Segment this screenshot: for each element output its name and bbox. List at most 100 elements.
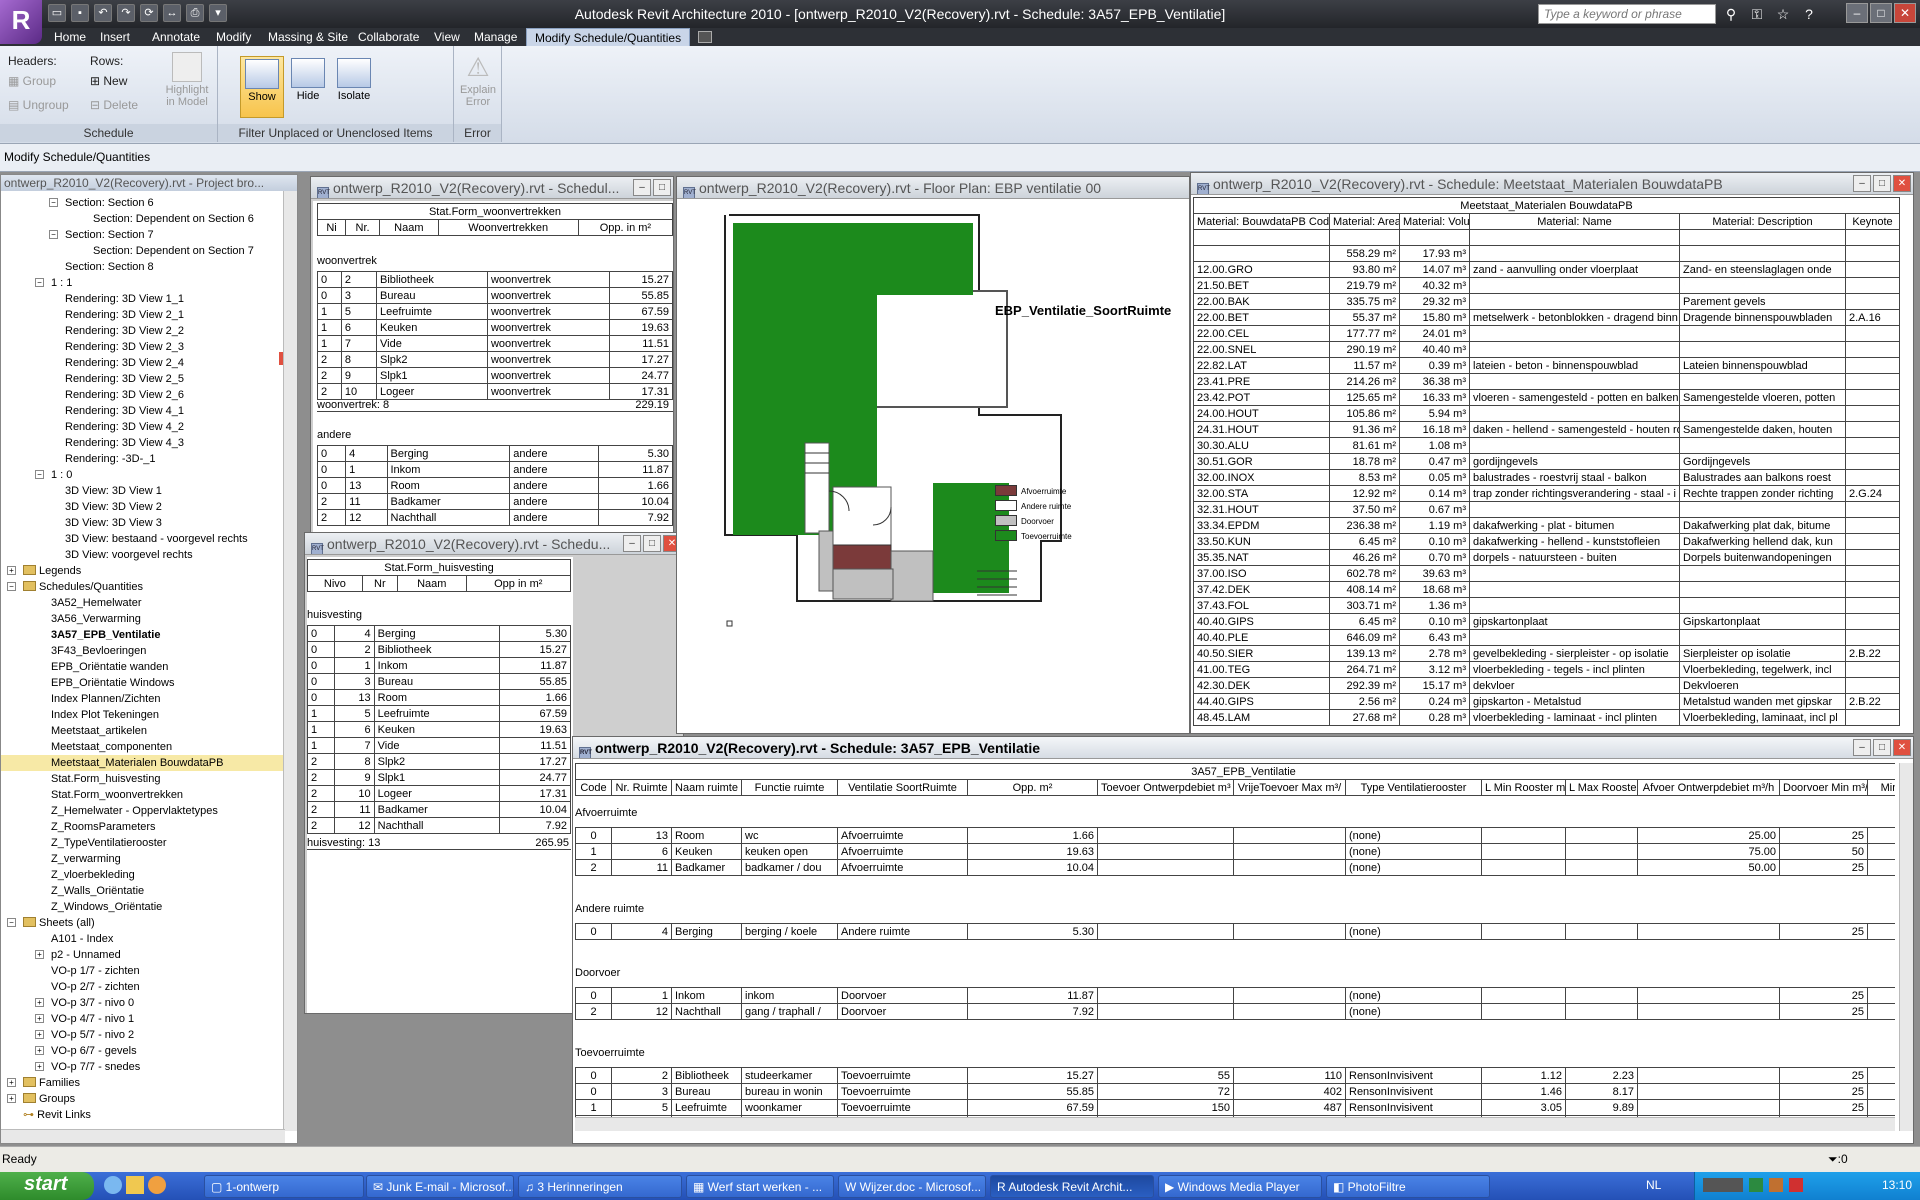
table-cell[interactable]: Dakafwerking hellend dak, kun [1679,533,1846,550]
maximize-button[interactable]: □ [1873,739,1891,756]
table-cell[interactable]: 33.34.EPDM [1193,517,1330,534]
table-cell[interactable] [1565,843,1638,860]
table-cell[interactable]: woonvertrek [486,287,610,304]
table-row[interactable]: 33.50.KUN 6.45 m² 0.10 m³ dakafwerking - he… [1193,533,1900,550]
table-cell[interactable]: 303.71 m² [1329,597,1400,614]
table-cell[interactable]: 93.80 m² [1329,261,1400,278]
table-cell[interactable]: Leefruimte [376,303,488,320]
table-cell[interactable] [1469,581,1680,598]
table-cell[interactable]: gang / traphall / [741,1003,838,1020]
table-cell[interactable] [1845,597,1900,614]
table-cell[interactable] [1469,629,1680,646]
table-cell[interactable] [1679,629,1846,646]
table-cell[interactable]: 0 [317,287,342,304]
table-row[interactable]: 30.30.ALU 81.61 m² 1.08 m³ [1193,437,1900,454]
table-cell[interactable]: 17.27 [498,753,572,770]
table-row[interactable]: 1 5 Leefruimte woonkamer Toevoerruimte 67.59 1… [575,1099,1895,1116]
group-button[interactable]: ▦ Group [8,74,56,88]
table-cell[interactable]: 40.40.PLE [1193,629,1330,646]
maximize-button[interactable]: □ [1870,3,1892,23]
table-cell[interactable]: Room [671,827,742,844]
column-header[interactable]: L Min Rooster m [1481,779,1566,796]
table-cell[interactable]: 0 [575,1067,612,1084]
table-cell[interactable]: 7.92 [498,817,572,834]
table-cell[interactable] [1845,341,1900,358]
table-cell[interactable] [1845,613,1900,630]
table-cell[interactable] [1329,229,1400,246]
table-cell[interactable] [1845,261,1900,278]
table-cell[interactable]: 1.46 [1481,1083,1566,1100]
table-row[interactable]: 0 2 Bibliotheek 15.27 [306,641,572,658]
table-cell[interactable]: Keuken [373,721,500,738]
table-cell[interactable]: 2 [306,817,336,834]
table-row[interactable]: 22.00.SNEL 290.19 m² 40.40 m³ [1193,341,1900,358]
tab-modify[interactable]: Modify [208,28,259,46]
table-row[interactable]: 0 3 Bureau 55.85 [306,673,572,690]
table-cell[interactable]: 15.27 [967,1067,1098,1084]
table-cell[interactable]: Berging [373,625,500,642]
expand-icon[interactable]: + [35,1030,44,1039]
table-cell[interactable]: 55.85 [608,287,674,304]
table-cell[interactable]: gevelbekleding - sierpleister - op isola… [1469,645,1680,662]
column-header[interactable]: Keynote [1845,213,1900,230]
table-cell[interactable]: 8 [334,753,375,770]
table-cell[interactable] [1845,517,1900,534]
column-header[interactable]: Naam [396,575,467,592]
table-row[interactable]: 1 6 Keuken 19.63 [306,721,572,738]
table-cell[interactable]: 75.00 [1637,843,1780,860]
table-cell[interactable]: 0.28 m³ [1399,709,1470,726]
table-cell[interactable]: 19.63 [608,319,674,336]
table-cell[interactable]: 0.24 m³ [1399,693,1470,710]
table-row[interactable]: 1 5 Leefruimte 67.59 [306,705,572,722]
table-cell[interactable]: 44.40.GIPS [1193,693,1330,710]
table-cell[interactable] [1233,1003,1346,1020]
help-icon[interactable]: ? [1800,5,1818,23]
column-header[interactable]: Opp. in m² [577,219,674,236]
table-cell[interactable] [1481,859,1566,876]
table-cell[interactable]: 41.00.TEG [1193,661,1330,678]
table-cell[interactable] [1193,229,1330,246]
table-cell[interactable]: 2.23 [1565,1067,1638,1084]
table-cell[interactable]: 219.79 m² [1329,277,1400,294]
table-cell[interactable]: 3 [611,1083,672,1100]
table-cell[interactable]: 1 [306,721,336,738]
table-cell[interactable]: 0 [306,689,336,706]
table-cell[interactable] [1845,325,1900,342]
tree-item[interactable]: Z_TypeVentilatierooster [1,835,297,851]
table-cell[interactable]: 2 [316,509,347,526]
application-menu-button[interactable]: R [0,0,42,44]
table-cell[interactable]: 558.29 m² [1329,245,1400,262]
table-cell[interactable]: 0 [306,673,336,690]
tree-item[interactable]: Z_RoomsParameters [1,819,297,835]
table-cell[interactable]: 24.00.HOUT [1193,405,1330,422]
dropdown-icon[interactable]: ▾ [209,4,227,22]
table-cell[interactable]: woonvertrek [486,335,610,352]
table-cell[interactable]: Andere ruimte [837,923,968,940]
table-cell[interactable]: 19.63 [498,721,572,738]
table-cell[interactable]: 6 [340,319,378,336]
table-cell[interactable]: Logeer [376,383,488,400]
language-indicator[interactable]: NL [1646,1178,1661,1192]
table-cell[interactable]: RensonInvisivent [1345,1067,1482,1084]
table-row[interactable]: 40.40.GIPS 6.45 m² 0.10 m³ gipskartonplaat G… [1193,613,1900,630]
table-cell[interactable]: Samengestelde vloeren, potten [1679,389,1846,406]
tree-item[interactable]: Rendering: 3D View 4_2 [1,419,297,435]
table-cell[interactable]: 8.17 [1565,1083,1638,1100]
table-cell[interactable]: Dorpels buitenwandopeningen [1679,549,1846,566]
table-cell[interactable]: Inkom [373,657,500,674]
table-cell[interactable] [1469,437,1680,454]
table-cell[interactable]: metselwerk - betonblokken - dragend binn [1469,309,1680,326]
table-row[interactable]: 32.00.INOX 8.53 m² 0.05 m³ balustrades - ro… [1193,469,1900,486]
table-cell[interactable]: 0.67 m³ [1399,501,1470,518]
table-cell[interactable] [1481,923,1566,940]
table-cell[interactable] [1637,923,1780,940]
table-cell[interactable]: Vide [376,335,488,352]
tab-manage[interactable]: Manage [466,28,525,46]
table-cell[interactable] [1679,245,1846,262]
table-cell[interactable]: 1 [317,335,342,352]
tree-item[interactable]: + VO-p 6/7 - gevels [1,1043,297,1059]
table-cell[interactable]: Gipskartonplaat [1679,613,1846,630]
table-cell[interactable]: 27.68 m² [1329,709,1400,726]
tree-item[interactable]: + Groups [1,1091,297,1107]
expand-icon[interactable]: + [35,998,44,1007]
